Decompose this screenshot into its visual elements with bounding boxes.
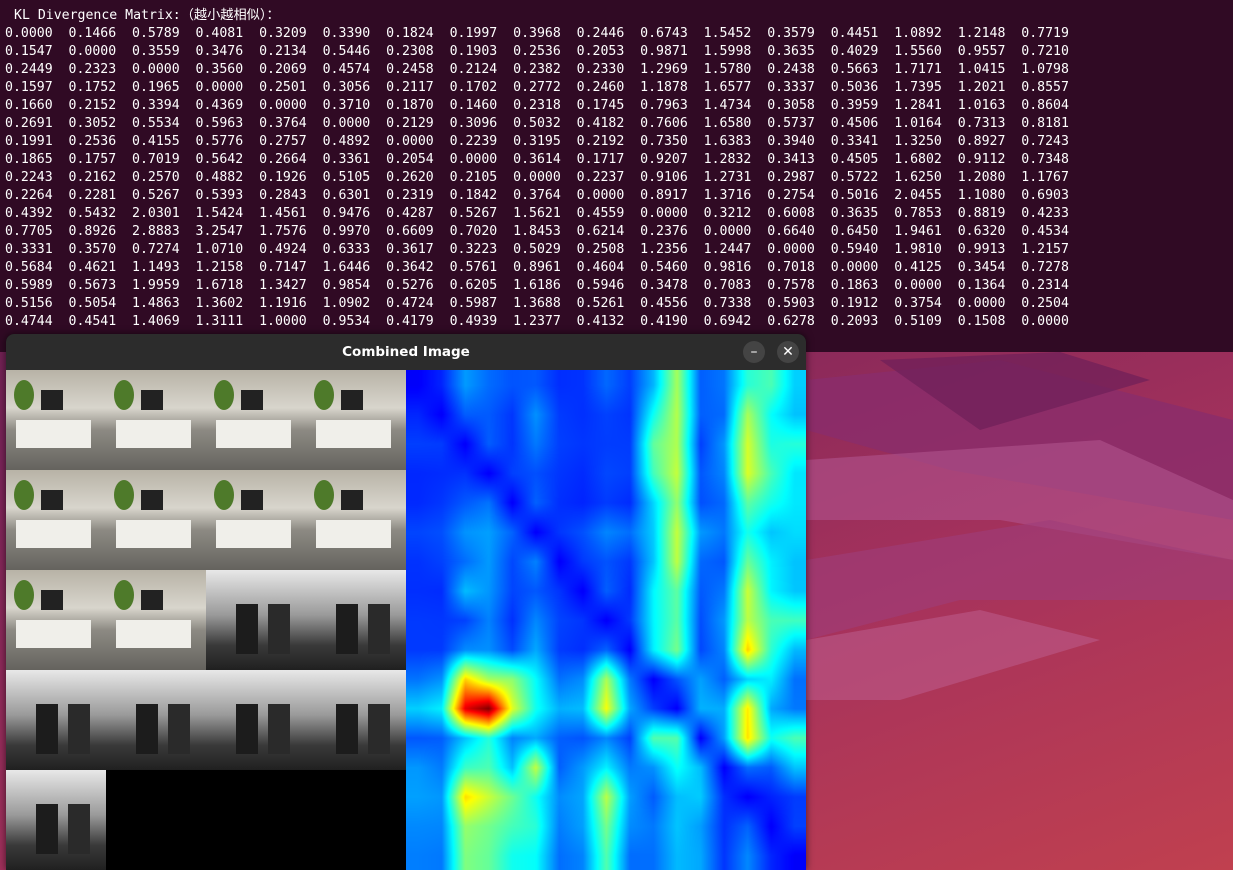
thumbnail-image bbox=[206, 570, 306, 670]
combined-image-window[interactable]: Combined Image – ✕ bbox=[6, 334, 806, 870]
thumbnail-image bbox=[6, 370, 106, 470]
thumbnail-image bbox=[306, 370, 406, 470]
terminal-window[interactable]: KL Divergence Matrix:（越小越相似）： 0.0000 0.14… bbox=[0, 0, 1233, 352]
terminal-output: KL Divergence Matrix:（越小越相似）： 0.0000 0.14… bbox=[0, 0, 1233, 331]
thumbnail-image bbox=[106, 670, 206, 770]
matrix-row: 0.1865 0.1757 0.7019 0.5642 0.2664 0.336… bbox=[5, 152, 1069, 167]
matrix-row: 0.5989 0.5673 1.9959 1.6718 1.3427 0.985… bbox=[5, 278, 1069, 293]
close-icon[interactable]: ✕ bbox=[777, 341, 799, 363]
matrix-row: 0.2264 0.2281 0.5267 0.5393 0.2843 0.630… bbox=[5, 188, 1069, 203]
window-titlebar[interactable]: Combined Image – ✕ bbox=[6, 334, 806, 370]
thumbnail-image bbox=[306, 670, 406, 770]
kl-heatmap bbox=[406, 370, 806, 870]
window-title: Combined Image bbox=[342, 344, 470, 360]
matrix-row: 0.7705 0.8926 2.8883 3.2547 1.7576 0.997… bbox=[5, 224, 1069, 239]
matrix-row: 0.5156 0.5054 1.4863 1.3602 1.1916 1.090… bbox=[5, 296, 1069, 311]
thumbnail-image bbox=[6, 770, 106, 870]
thumbnail-image bbox=[6, 470, 106, 570]
matrix-row: 0.1597 0.1752 0.1965 0.0000 0.2501 0.305… bbox=[5, 80, 1069, 95]
thumbnail-image bbox=[6, 670, 106, 770]
thumbnail-image bbox=[206, 670, 306, 770]
matrix-row: 0.5684 0.4621 1.1493 1.2158 0.7147 1.644… bbox=[5, 260, 1069, 275]
matrix-rows: 0.0000 0.1466 0.5789 0.4081 0.3209 0.339… bbox=[5, 25, 1233, 331]
matrix-row: 0.4392 0.5432 2.0301 1.5424 1.4561 0.947… bbox=[5, 206, 1069, 221]
thumbnail-image bbox=[6, 570, 106, 670]
matrix-row: 0.2449 0.2323 0.0000 0.3560 0.2069 0.457… bbox=[5, 62, 1069, 77]
thumbnail-image bbox=[306, 570, 406, 670]
matrix-row: 0.1660 0.2152 0.3394 0.4369 0.0000 0.371… bbox=[5, 98, 1069, 113]
thumbnail-image bbox=[106, 370, 206, 470]
thumbnail-image bbox=[206, 370, 306, 470]
matrix-row: 0.1547 0.0000 0.3559 0.3476 0.2134 0.544… bbox=[5, 44, 1069, 59]
thumbnail-image bbox=[106, 570, 206, 670]
thumbnail-image bbox=[206, 470, 306, 570]
minimize-icon[interactable]: – bbox=[743, 341, 765, 363]
matrix-row: 0.2691 0.3052 0.5534 0.5963 0.3764 0.000… bbox=[5, 116, 1069, 131]
thumbnail-grid bbox=[6, 370, 406, 870]
matrix-row: 0.0000 0.1466 0.5789 0.4081 0.3209 0.339… bbox=[5, 26, 1069, 41]
matrix-row: 0.3331 0.3570 0.7274 1.0710 0.4924 0.633… bbox=[5, 242, 1069, 257]
matrix-row: 0.2243 0.2162 0.2570 0.4882 0.1926 0.510… bbox=[5, 170, 1069, 185]
matrix-row: 0.4744 0.4541 1.4069 1.3111 1.0000 0.953… bbox=[5, 314, 1069, 329]
thumbnail-image bbox=[306, 470, 406, 570]
matrix-title: KL Divergence Matrix:（越小越相似）： bbox=[14, 8, 280, 23]
thumbnail-image bbox=[106, 470, 206, 570]
matrix-row: 0.1991 0.2536 0.4155 0.5776 0.2757 0.489… bbox=[5, 134, 1069, 149]
